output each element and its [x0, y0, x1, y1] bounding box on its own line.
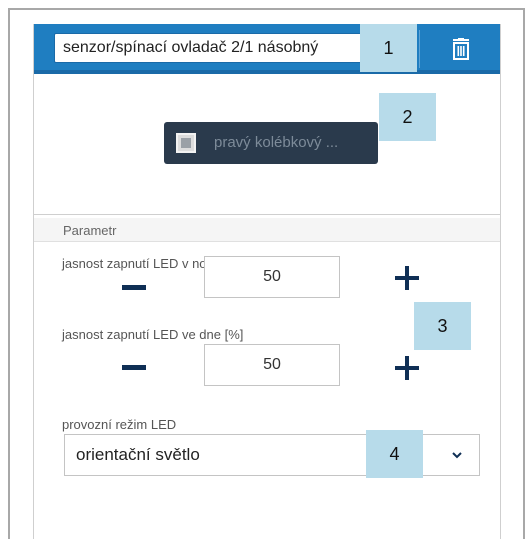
day-brightness-input[interactable]: 50	[204, 344, 340, 386]
section-divider	[34, 214, 500, 215]
day-brightness-increment-button[interactable]	[395, 356, 419, 380]
rocker-square-icon	[176, 133, 196, 153]
callout-marker-4: 4	[366, 430, 423, 478]
callout-marker-3: 3	[414, 302, 471, 350]
section-title: Parametr	[63, 223, 117, 238]
delete-button[interactable]	[426, 30, 496, 68]
callout-marker-1: 1	[360, 24, 417, 72]
night-brightness-increment-button[interactable]	[395, 266, 419, 290]
led-mode-value: orientační světlo	[76, 445, 200, 464]
led-mode-label: provozní režim LED	[62, 417, 177, 432]
chevron-down-icon	[445, 443, 469, 467]
night-brightness-decrement-button[interactable]	[122, 285, 146, 290]
day-brightness-decrement-button[interactable]	[122, 365, 146, 370]
panel-header: senzor/spínací ovladač 2/1 násobný	[34, 24, 500, 74]
day-brightness-label: jasnost zapnutí LED ve dne [%]	[62, 327, 244, 342]
parameter-section-header: Parametr	[34, 218, 500, 242]
night-brightness-input[interactable]: 50	[204, 256, 340, 298]
rocker-label: pravý kolébkový ...	[214, 134, 339, 151]
header-divider	[419, 30, 420, 68]
right-rocker-button[interactable]: pravý kolébkový ...	[164, 122, 378, 164]
device-name-field[interactable]: senzor/spínací ovladač 2/1 násobný	[54, 33, 370, 63]
callout-marker-2: 2	[379, 93, 436, 141]
